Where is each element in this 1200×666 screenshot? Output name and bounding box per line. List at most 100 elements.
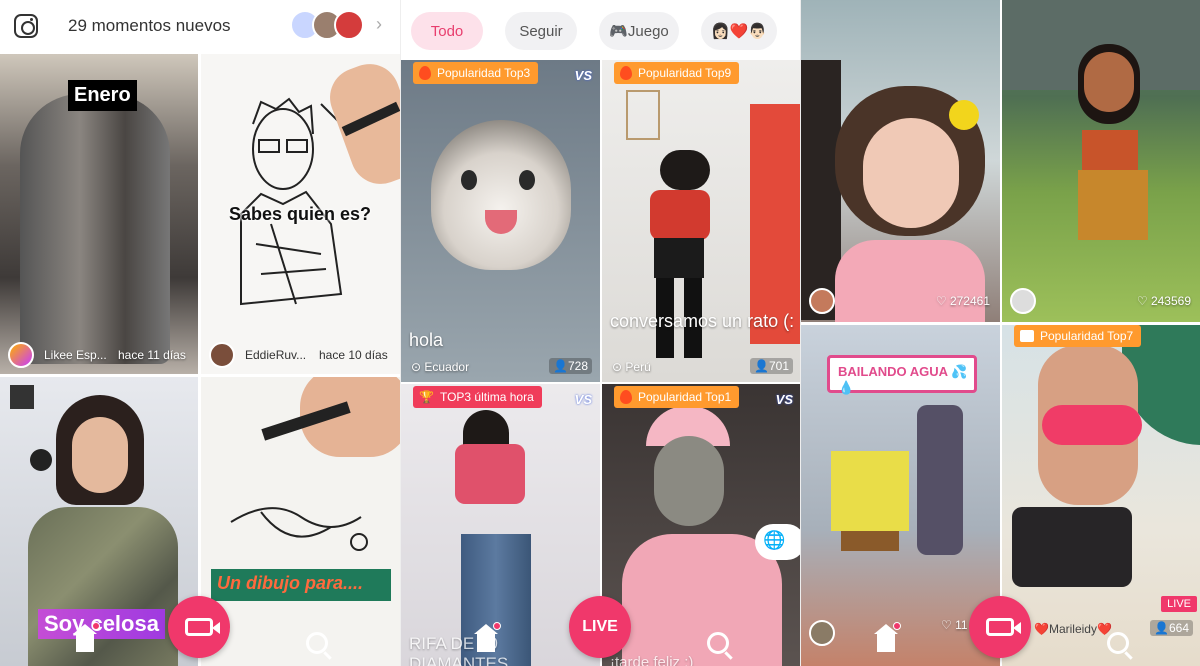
cat-eye-image (461, 170, 477, 190)
cat-eye-image (519, 170, 535, 190)
caption-box: Un dibujo para.... (211, 569, 391, 601)
tab-couples[interactable]: 👩🏻❤️👨🏻 (701, 12, 777, 50)
tab-todo[interactable]: Todo (411, 12, 483, 50)
tile-caption: Sabes quien es? (229, 204, 372, 224)
new-moments-text[interactable]: 29 momentos nuevos (68, 16, 231, 36)
video-camera-icon (986, 618, 1021, 636)
viewer-count: 👤728 (549, 358, 592, 374)
panel-moments: 29 momentos nuevos › Enero Likee Esp... … (0, 0, 400, 666)
moment-avatars[interactable] (290, 10, 370, 40)
face-mask-image (654, 436, 724, 526)
top-image (1082, 130, 1138, 170)
tile-username[interactable]: EddieRuv... (245, 348, 306, 362)
search-icon[interactable] (306, 632, 328, 654)
top-badge: 🏆 TOP3 última hora (413, 386, 542, 408)
avatar[interactable] (8, 342, 34, 368)
top-image (455, 444, 525, 504)
bottom-nav (0, 596, 400, 666)
vs-icon: VS (775, 392, 793, 407)
hair-image (660, 150, 710, 190)
flame-icon (419, 66, 431, 80)
bikini-top-image (1042, 405, 1142, 445)
like-count: ♡ 272461 (935, 294, 990, 308)
live-tile[interactable]: Popularidad Top9 conversamos un rato (: … (602, 60, 800, 382)
tile-caption: hola (409, 330, 444, 350)
badge-label: Popularidad Top1 (638, 390, 732, 404)
live-tile[interactable]: Popularidad Top3 VS hola ⊙ Ecuador 👤728 (401, 60, 600, 382)
bottom-nav: LIVE (401, 596, 800, 666)
video-camera-icon (185, 618, 220, 636)
location-label: ⊙ Perú (612, 360, 651, 374)
trophy-icon: 🏆 (419, 390, 434, 404)
dancer-image (917, 405, 963, 555)
hair-image (20, 94, 170, 364)
home-icon[interactable] (473, 624, 499, 654)
globe-toggle[interactable]: 🌐 (755, 524, 800, 560)
live-button[interactable]: LIVE (569, 596, 631, 658)
tile-caption: Un dibujo para.... (217, 573, 364, 593)
globe-icon: 🌐 (763, 530, 786, 550)
spongebob-image (831, 451, 909, 531)
popularity-badge: Popularidad Top1 (614, 386, 740, 408)
bottom-nav (801, 596, 1200, 666)
search-icon[interactable] (707, 632, 729, 654)
category-tabs: Todo Seguir 🎮Juego 👩🏻❤️👨🏻 (401, 8, 800, 52)
cat-image (431, 120, 571, 270)
wall-frame-image (10, 385, 34, 409)
search-icon[interactable] (1107, 632, 1129, 654)
flame-icon (620, 66, 632, 80)
face-image (72, 417, 128, 493)
caption-box: Enero (68, 80, 137, 111)
tile-username[interactable]: Likee Esp... (44, 348, 107, 362)
viewer-count: 👤701 (750, 358, 793, 374)
avatar[interactable] (809, 288, 835, 314)
shorts-image (1012, 507, 1132, 587)
location-label: ⊙ Ecuador (411, 360, 470, 374)
record-video-button[interactable] (969, 596, 1031, 658)
live-tag: LIVE (1161, 596, 1197, 612)
skirt-image (1078, 170, 1148, 240)
tile-time: hace 10 días (319, 348, 388, 362)
badge-label: TOP3 última hora (439, 390, 534, 404)
record-video-button[interactable] (168, 596, 230, 658)
badge-label: Popularidad Top7 (1040, 329, 1134, 343)
home-icon[interactable] (72, 624, 98, 654)
tile-caption: conversamos un rato (: (610, 311, 795, 331)
vs-icon: VS (574, 392, 592, 407)
avatar[interactable] (1010, 288, 1036, 314)
popularity-badge: Popularidad Top9 (614, 62, 740, 84)
flame-icon (620, 390, 632, 404)
face-image (1084, 52, 1134, 112)
avatar[interactable] (209, 342, 235, 368)
vinyl-image (30, 449, 52, 471)
like-count-text: 243569 (1150, 294, 1191, 308)
location-text: Perú (625, 360, 651, 374)
camera-outline-icon[interactable] (14, 14, 38, 38)
notification-dot (493, 622, 501, 630)
video-tile[interactable]: ♡ 272461 (801, 0, 1000, 322)
face-image (863, 118, 959, 228)
popularity-badge: Popularidad Top7 (1014, 325, 1142, 347)
tile-time: hace 11 días (118, 348, 186, 362)
home-icon[interactable] (873, 624, 899, 654)
notification-dot (92, 622, 100, 630)
top-image (650, 190, 710, 240)
vs-icon: VS (574, 68, 592, 83)
photo-icon (1020, 330, 1034, 342)
badge-label: Popularidad Top3 (437, 66, 531, 80)
moments-header: 29 momentos nuevos › (0, 0, 400, 52)
chevron-right-icon[interactable]: › (376, 14, 382, 35)
like-count: ♡ 243569 (1136, 294, 1191, 308)
panel-feed: ♡ 272461 ♡ 243569 BAILANDO AGUA 💦💧 ♡ 11 (800, 0, 1200, 666)
tab-seguir[interactable]: Seguir (505, 12, 577, 50)
tab-juego[interactable]: 🎮Juego (599, 12, 679, 50)
picture-frame-image (626, 90, 660, 140)
video-tile[interactable]: Enero Likee Esp... hace 11 días (0, 54, 198, 374)
video-tile[interactable]: Sabes quien es? EddieRuv... hace 10 días (201, 54, 400, 374)
dress-image (835, 240, 985, 322)
video-tile[interactable]: ♡ 243569 (1002, 0, 1200, 322)
live-label: LIVE (582, 618, 618, 635)
viewer-count-text: 701 (768, 359, 789, 373)
avatar (334, 10, 364, 40)
skirt-image (654, 238, 704, 278)
